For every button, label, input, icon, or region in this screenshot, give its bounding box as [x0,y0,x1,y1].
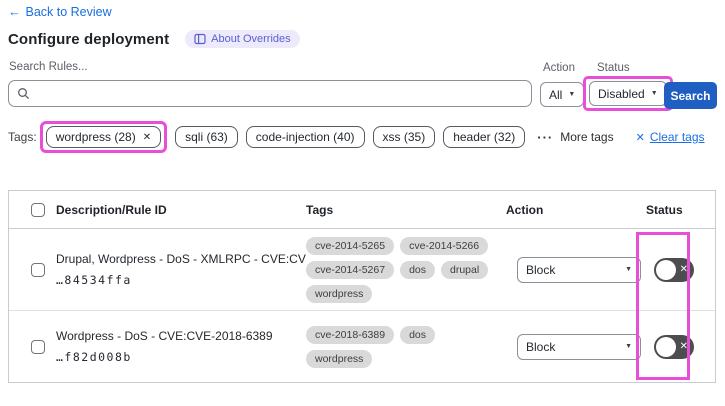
action-filter-value: All [549,87,563,102]
rule-tag: wordpress [306,349,373,368]
rule-tag: cve-2014-5267 [306,260,395,279]
rule-id: …f82d008b [56,350,132,364]
rule-tags-cell: cve-2014-5265 cve-2014-5266 cve-2014-526… [306,236,506,303]
column-header-description: Description/Rule ID [56,202,167,217]
tag-chip-label: wordpress (28) [55,130,136,144]
rule-tags-cell: cve-2018-6389 dos wordpress [306,325,506,368]
ellipsis-icon: ··· [537,129,554,145]
status-filter-value: Disabled [598,86,645,101]
status-filter-highlight-box: Disabled ▼ [583,76,673,111]
tags-filter-bar: Tags: wordpress (28) ✕ sqli (63) code-in… [8,121,718,153]
selected-tag-highlight-box: wordpress (28) ✕ [39,121,168,153]
rule-status-cell: ✕ [646,257,715,282]
search-rules-input[interactable] [36,86,523,101]
clear-x-icon: ✕ [635,131,645,144]
status-filter-label: Status [597,62,630,74]
page-title: Configure deployment [8,30,170,48]
rule-id: …84534ffa [56,273,132,287]
column-header-status: Status [646,202,683,217]
search-rules-label: Search Rules... [9,61,88,73]
rules-table: Description/Rule ID Tags Action Status D… [8,190,716,383]
tag-chip-code-injection[interactable]: code-injection (40) [245,126,365,148]
rule-description-cell: Drupal, Wordpress - DoS - XMLRPC - CVE:C… [56,252,306,287]
action-select[interactable]: Block ▼ [517,256,641,283]
rule-description-cell: Wordpress - DoS - CVE:CVE-2018-6389 …f82… [56,329,306,364]
status-toggle[interactable]: ✕ [654,257,694,282]
remove-tag-icon[interactable]: ✕ [143,132,151,143]
action-select-value: Block [526,262,556,277]
rule-action-cell: Block ▼ [506,333,646,360]
table-header-row: Description/Rule ID Tags Action Status [9,191,715,229]
page-header: Configure deployment About Overrides [8,30,300,48]
toggle-x-icon: ✕ [679,263,688,275]
toggle-knob [656,259,676,280]
chevron-down-icon: ▼ [650,90,658,97]
tag-chip-xss[interactable]: xss (35) [372,126,436,148]
rule-tag: dos [400,260,435,279]
tag-chip-label: code-injection (40) [255,130,355,144]
back-link-label: Back to Review [25,5,112,19]
column-header-tags: Tags [306,202,334,217]
table-row: Wordpress - DoS - CVE:CVE-2018-6389 …f82… [9,311,715,382]
clear-tags-label: Clear tags [649,130,705,144]
chevron-down-icon: ▼ [625,266,632,273]
back-arrow-icon: ← [8,5,21,19]
action-filter-label: Action [543,62,575,74]
tag-chip-sqli[interactable]: sqli (63) [175,126,238,148]
chevron-down-icon: ▼ [568,91,576,98]
rule-tag: cve-2014-5266 [400,236,489,255]
table-row: Drupal, Wordpress - DoS - XMLRPC - CVE:C… [9,229,715,311]
rule-tag: cve-2014-5265 [306,236,395,255]
configure-deployment-page: ← Back to Review Configure deployment Ab… [0,0,725,406]
toggle-x-icon: ✕ [679,340,688,352]
about-overrides-badge[interactable]: About Overrides [185,30,300,48]
back-to-review-link[interactable]: ← Back to Review [8,5,112,19]
rule-tag: wordpress [306,284,373,303]
search-input-container [8,80,532,107]
tags-bar-label: Tags: [8,130,37,144]
about-overrides-label: About Overrides [211,33,291,45]
tag-chip-label: xss (35) [382,130,426,144]
action-select[interactable]: Block ▼ [517,333,641,360]
row-checkbox[interactable] [31,339,45,354]
clear-tags-link[interactable]: ✕ Clear tags [636,130,705,144]
search-icon [18,88,29,99]
tag-chip-label: sqli (63) [185,130,228,144]
rule-status-cell: ✕ [646,334,715,359]
rule-tag: cve-2018-6389 [306,325,395,344]
select-all-checkbox[interactable] [31,202,45,217]
status-filter-select[interactable]: Disabled ▼ [589,81,667,106]
tag-chip-header[interactable]: header (32) [443,126,526,148]
toggle-knob [656,336,676,357]
column-header-action: Action [506,202,544,217]
chevron-down-icon: ▼ [625,343,632,350]
action-filter-select[interactable]: All ▼ [540,82,585,107]
more-tags-button[interactable]: ··· More tags [537,130,613,145]
status-toggle[interactable]: ✕ [654,334,694,359]
tag-chip-wordpress[interactable]: wordpress (28) ✕ [45,126,162,148]
rule-action-cell: Block ▼ [506,256,646,283]
tag-chip-label: header (32) [453,130,516,144]
action-select-value: Block [526,339,556,354]
more-tags-label: More tags [560,130,614,144]
row-checkbox[interactable] [31,262,45,277]
rule-description: Drupal, Wordpress - DoS - XMLRPC - CVE:C… [56,252,306,266]
rule-description: Wordpress - DoS - CVE:CVE-2018-6389 [56,329,273,343]
rule-tag: drupal [441,260,489,279]
search-button[interactable]: Search [664,82,717,109]
book-panel-icon [194,33,206,45]
rule-tag: dos [400,325,435,344]
